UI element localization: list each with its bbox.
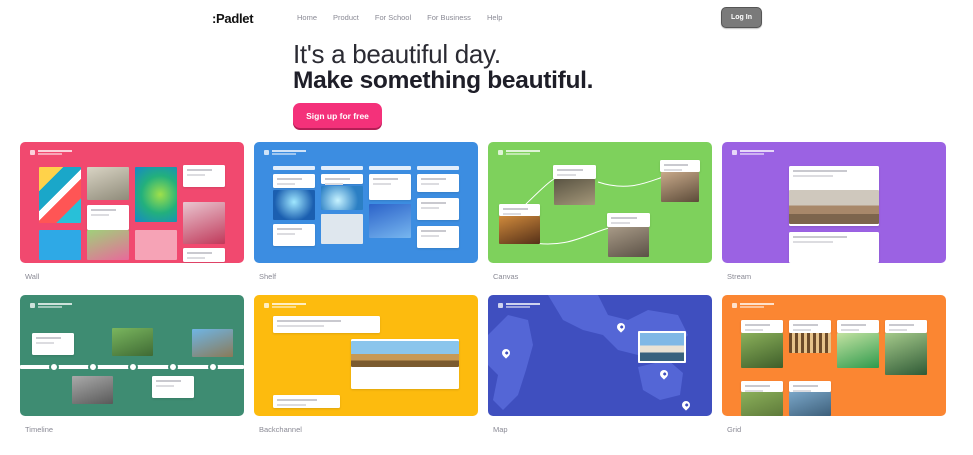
- wall-image: [183, 202, 225, 244]
- shelf-note: [369, 174, 411, 200]
- timeline-dot: [208, 362, 218, 372]
- format-card-stream[interactable]: [722, 142, 946, 263]
- nav-link-home[interactable]: Home: [297, 13, 317, 22]
- shelf-image: [369, 204, 411, 238]
- hero-subheadline: Make something beautiful.: [293, 67, 594, 94]
- board-header: [732, 150, 776, 155]
- format-card-map[interactable]: [488, 295, 712, 416]
- shelf-column-header: [417, 166, 459, 170]
- board-header: [264, 150, 308, 155]
- shelf-note: [417, 174, 459, 192]
- shelf-column-header: [321, 166, 363, 170]
- nav-link-product[interactable]: Product: [333, 13, 359, 22]
- grid-note: [741, 381, 783, 392]
- map-image: [638, 331, 686, 363]
- shelf-image: [321, 186, 363, 210]
- format-card-timeline[interactable]: [20, 295, 244, 416]
- canvas-image: [608, 227, 649, 257]
- grid-image: [837, 333, 879, 368]
- board-header: [30, 303, 74, 308]
- canvas-note: [607, 213, 650, 227]
- grid-image: [741, 333, 783, 368]
- canvas-image: [499, 216, 540, 244]
- canvas-note: [553, 165, 596, 179]
- stream-note: [789, 232, 879, 263]
- shelf-note: [273, 174, 315, 188]
- stream-image: [789, 190, 879, 224]
- wall-note: [183, 165, 225, 187]
- timeline-dot: [168, 362, 178, 372]
- format-label-wall: Wall: [25, 272, 40, 281]
- grid-note: [789, 320, 831, 333]
- nav-link-for-school[interactable]: For School: [375, 13, 411, 22]
- timeline-image: [112, 328, 153, 356]
- nav-links: Home Product For School For Business Hel…: [297, 13, 502, 22]
- format-label-map: Map: [493, 425, 508, 434]
- shelf-map-image: [321, 214, 363, 244]
- signup-button[interactable]: Sign up for free: [293, 103, 382, 128]
- canvas-image: [661, 172, 699, 202]
- timeline-dot: [128, 362, 138, 372]
- shelf-note: [321, 174, 363, 185]
- timeline-image: [72, 376, 113, 404]
- chat-image: [351, 341, 459, 367]
- shelf-image: [273, 190, 315, 220]
- format-card-wall[interactable]: [20, 142, 244, 263]
- wall-image: [39, 230, 81, 260]
- wall-note: [87, 205, 129, 230]
- wall-image: [87, 230, 129, 260]
- grid-note: [741, 320, 783, 333]
- wall-image: [135, 167, 177, 222]
- grid-note: [837, 320, 879, 333]
- timeline-dot: [88, 362, 98, 372]
- format-card-canvas[interactable]: [488, 142, 712, 263]
- format-label-stream: Stream: [727, 272, 752, 281]
- grid-note: [885, 320, 927, 333]
- grid-image: [789, 392, 831, 416]
- grid-image: [741, 392, 783, 416]
- shelf-note: [273, 224, 315, 246]
- format-label-canvas: Canvas: [493, 272, 519, 281]
- chat-message: [273, 395, 340, 408]
- format-card-grid[interactable]: [722, 295, 946, 416]
- timeline-note: [152, 376, 194, 398]
- padlet-logo[interactable]: :Padlet: [212, 11, 254, 26]
- format-label-backchannel: Backchannel: [259, 425, 302, 434]
- top-nav: :Padlet Home Product For School For Busi…: [0, 0, 973, 36]
- format-card-backchannel[interactable]: [254, 295, 478, 416]
- timeline-dot: [49, 362, 59, 372]
- grid-note: [789, 381, 831, 392]
- nav-link-help[interactable]: Help: [487, 13, 502, 22]
- hero-headline: It's a beautiful day.: [293, 39, 501, 69]
- board-header: [30, 150, 74, 155]
- board-header: [732, 303, 776, 308]
- chat-message: [273, 316, 380, 333]
- board-header: [264, 303, 308, 308]
- canvas-image: [554, 179, 595, 205]
- timeline-image: [192, 329, 233, 357]
- wall-image: [39, 167, 81, 223]
- grid-image: [885, 333, 927, 375]
- format-label-grid: Grid: [727, 425, 742, 434]
- format-card-shelf[interactable]: [254, 142, 478, 263]
- wall-image: [135, 230, 177, 260]
- canvas-note: [660, 160, 700, 172]
- canvas-note: [499, 204, 540, 216]
- format-label-timeline: Timeline: [25, 425, 54, 434]
- shelf-column-header: [273, 166, 315, 170]
- wall-image: [87, 167, 129, 200]
- timeline-note: [32, 333, 74, 355]
- login-button[interactable]: Log In: [721, 7, 762, 28]
- wall-note: [183, 248, 225, 262]
- grid-image: [789, 333, 831, 353]
- shelf-note: [417, 226, 459, 248]
- shelf-note: [417, 198, 459, 220]
- format-label-shelf: Shelf: [259, 272, 277, 281]
- shelf-column-header: [369, 166, 411, 170]
- nav-link-for-business[interactable]: For Business: [427, 13, 471, 22]
